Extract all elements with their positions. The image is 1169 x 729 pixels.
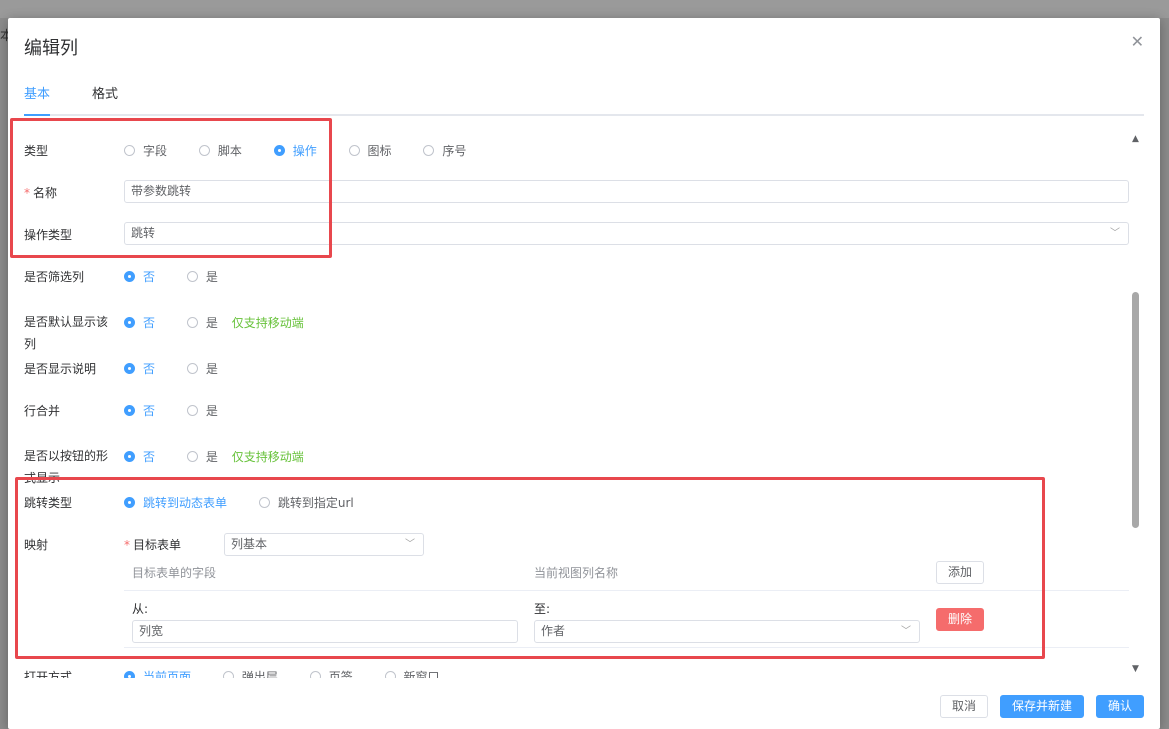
scroll-up-icon[interactable]: ▲ bbox=[1132, 134, 1139, 144]
radio-dot-icon bbox=[186, 271, 198, 282]
filter-column-option-yes[interactable]: 是 bbox=[186, 268, 218, 285]
open-mode-option-popup[interactable]: 弹出层 bbox=[222, 668, 278, 678]
radio-dot-icon bbox=[186, 363, 198, 374]
radio-dot-icon bbox=[258, 497, 270, 508]
open-mode-option-current[interactable]: 当前页面 bbox=[124, 668, 191, 678]
row-merge-radio-group: 否 是 bbox=[124, 402, 246, 419]
jump-type-option-url[interactable]: 跳转到指定url bbox=[258, 494, 354, 511]
to-label: 至: bbox=[534, 602, 551, 616]
default-show-option-no[interactable]: 否 bbox=[124, 314, 155, 331]
chevron-down-icon: ﹀ bbox=[405, 539, 415, 550]
radio-dot-icon bbox=[124, 405, 135, 416]
radio-dot-icon bbox=[384, 671, 396, 678]
show-desc-option-yes[interactable]: 是 bbox=[186, 360, 218, 377]
save-and-new-button[interactable]: 保存并新建 bbox=[1000, 695, 1084, 718]
from-field-input[interactable]: 列宽 bbox=[132, 620, 518, 643]
row-mapping: 映射 * 目标表单 列基本 ﹀ 目标表单的字段 当前视图列名称 添加 从: 至: … bbox=[8, 533, 1148, 656]
tab-format[interactable]: 格式 bbox=[92, 88, 118, 114]
radio-dot-icon bbox=[309, 671, 321, 678]
chevron-down-icon: ﹀ bbox=[901, 626, 911, 637]
open-mode-radio-group: 当前页面 弹出层 页签 新窗口 bbox=[124, 668, 468, 678]
target-form-label: * 目标表单 bbox=[124, 538, 182, 552]
mapping-divider bbox=[124, 590, 1129, 591]
radio-dot-icon bbox=[186, 405, 198, 416]
form-scrollbar[interactable]: ▲ ▼ bbox=[1130, 132, 1142, 680]
as-button-option-no[interactable]: 否 bbox=[124, 448, 155, 465]
target-form-select[interactable]: 列基本 ﹀ bbox=[224, 533, 424, 556]
close-icon[interactable]: ✕ bbox=[1131, 32, 1144, 51]
default-show-option-yes[interactable]: 是 bbox=[186, 314, 218, 331]
radio-dot-icon bbox=[124, 271, 135, 282]
radio-dot-icon bbox=[273, 145, 285, 156]
radio-dot-icon bbox=[186, 451, 198, 462]
filter-column-radio-group: 否 是 bbox=[124, 268, 246, 285]
col-target-field: 目标表单的字段 bbox=[132, 566, 217, 580]
action-type-select[interactable]: 跳转 ﹀ bbox=[124, 222, 1129, 245]
confirm-button[interactable]: 确认 bbox=[1096, 695, 1144, 718]
action-type-label: 操作类型 bbox=[24, 228, 73, 242]
open-mode-option-new-window[interactable]: 新窗口 bbox=[384, 668, 440, 678]
jump-type-radio-group: 跳转到动态表单 跳转到指定url bbox=[124, 494, 382, 511]
type-option-script[interactable]: 脚本 bbox=[198, 142, 242, 159]
dialog-title: 编辑列 bbox=[24, 38, 78, 59]
type-radio-group: 字段 脚本 操作 图标 序号 bbox=[124, 142, 494, 159]
edit-column-dialog: 编辑列 ✕ 基本 格式 类型 字段 脚本 操作 图标 序号 * 名称 带参数跳转 … bbox=[8, 18, 1160, 729]
chevron-down-icon: ﹀ bbox=[1110, 228, 1120, 239]
as-button-option-yes[interactable]: 是 bbox=[186, 448, 218, 465]
radio-dot-icon bbox=[348, 145, 360, 156]
name-label: * 名称 bbox=[24, 186, 58, 200]
radio-dot-icon bbox=[124, 145, 135, 156]
mapping-row-divider bbox=[124, 647, 1129, 648]
type-label: 类型 bbox=[24, 144, 49, 158]
mapping-label: 映射 bbox=[24, 538, 49, 552]
filter-column-option-no[interactable]: 否 bbox=[124, 268, 155, 285]
to-column-select[interactable]: 作者 ﹀ bbox=[534, 620, 920, 643]
tab-bar: 基本 格式 bbox=[24, 88, 1144, 116]
backdrop-strip bbox=[0, 0, 1169, 18]
radio-dot-icon bbox=[124, 671, 135, 678]
radio-dot-icon bbox=[198, 145, 210, 156]
from-label: 从: bbox=[132, 602, 149, 616]
row-merge-option-yes[interactable]: 是 bbox=[186, 402, 218, 419]
default-show-radio-group: 否 是 仅支持移动端 bbox=[124, 314, 304, 331]
radio-dot-icon bbox=[222, 671, 234, 678]
jump-type-label: 跳转类型 bbox=[24, 496, 73, 510]
radio-dot-icon bbox=[124, 363, 135, 374]
radio-dot-icon bbox=[124, 451, 135, 462]
type-option-action[interactable]: 操作 bbox=[273, 142, 317, 159]
row-merge-label: 行合并 bbox=[24, 404, 61, 418]
as-button-hint: 仅支持移动端 bbox=[231, 450, 304, 464]
as-button-label: 是否以按钮的形式显示 bbox=[24, 449, 109, 485]
type-option-icon[interactable]: 图标 bbox=[348, 142, 392, 159]
name-input[interactable]: 带参数跳转 bbox=[124, 180, 1129, 203]
default-show-hint: 仅支持移动端 bbox=[231, 316, 304, 330]
form-body: 类型 字段 脚本 操作 图标 序号 * 名称 带参数跳转 操作类型 跳转 ﹀ 是否… bbox=[8, 128, 1160, 678]
delete-mapping-button[interactable]: 删除 bbox=[936, 608, 984, 631]
cancel-button[interactable]: 取消 bbox=[940, 695, 988, 718]
filter-column-label: 是否筛选列 bbox=[24, 270, 85, 284]
show-desc-radio-group: 否 是 bbox=[124, 360, 246, 377]
type-option-field[interactable]: 字段 bbox=[124, 142, 167, 159]
add-mapping-button[interactable]: 添加 bbox=[936, 561, 984, 584]
as-button-radio-group: 否 是 仅支持移动端 bbox=[124, 448, 304, 465]
open-mode-option-tab[interactable]: 页签 bbox=[309, 668, 353, 678]
show-desc-option-no[interactable]: 否 bbox=[124, 360, 155, 377]
default-show-label: 是否默认显示该列 bbox=[24, 315, 109, 351]
radio-dot-icon bbox=[186, 317, 198, 328]
scroll-down-icon[interactable]: ▼ bbox=[1132, 664, 1139, 674]
radio-dot-icon bbox=[423, 145, 435, 156]
jump-type-option-dynamic-form[interactable]: 跳转到动态表单 bbox=[124, 494, 227, 511]
col-view-column: 当前视图列名称 bbox=[534, 566, 619, 580]
open-mode-label: 打开方式 bbox=[24, 670, 73, 678]
type-option-index[interactable]: 序号 bbox=[423, 142, 466, 159]
radio-dot-icon bbox=[124, 497, 135, 508]
row-merge-option-no[interactable]: 否 bbox=[124, 402, 155, 419]
scrollbar-thumb[interactable] bbox=[1132, 292, 1139, 528]
show-desc-label: 是否显示说明 bbox=[24, 362, 97, 376]
tab-basic[interactable]: 基本 bbox=[24, 88, 51, 116]
radio-dot-icon bbox=[124, 317, 135, 328]
